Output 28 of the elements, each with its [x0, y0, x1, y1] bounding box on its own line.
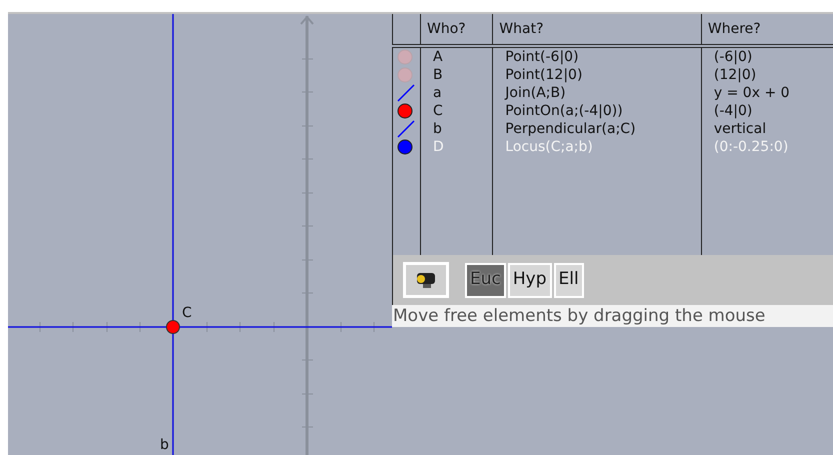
column-header[interactable]: Where?	[701, 14, 833, 46]
object-definition: Perpendicular(a;C)	[492, 120, 702, 138]
object-value: y = 0x + 0	[701, 84, 833, 102]
object-value: vertical	[701, 120, 833, 138]
object-definition: Point(12|0)	[492, 66, 702, 84]
geometry-toggle[interactable]: Hyp	[508, 262, 552, 298]
object-value: (0:-0.25:0)	[701, 138, 833, 156]
point-label: C	[182, 306, 192, 320]
object-name: D	[420, 138, 493, 156]
column-header[interactable]: What?	[492, 14, 702, 46]
object-name: a	[420, 84, 493, 102]
line-label: b	[160, 438, 169, 452]
column-header[interactable]: Who?	[420, 14, 493, 46]
geometry-toggle[interactable]: Ell	[554, 262, 584, 298]
object-name: C	[420, 102, 493, 120]
object-name: b	[420, 120, 493, 138]
point[interactable]	[166, 320, 180, 334]
object-name: B	[420, 66, 493, 84]
object-value: (12|0)	[701, 66, 833, 84]
object-name: A	[420, 46, 493, 66]
object-definition: Locus(C;a;b)	[492, 138, 702, 156]
object-definition: Point(-6|0)	[492, 46, 702, 66]
object-value: (-6|0)	[701, 46, 833, 66]
status-bar: Move free elements by dragging the mouse	[392, 305, 833, 327]
object-value: (-4|0)	[701, 102, 833, 120]
object-definition: PointOn(a;(-4|0))	[492, 102, 702, 120]
object-definition: Join(A;B)	[492, 84, 702, 102]
camera-button[interactable]	[403, 262, 449, 298]
